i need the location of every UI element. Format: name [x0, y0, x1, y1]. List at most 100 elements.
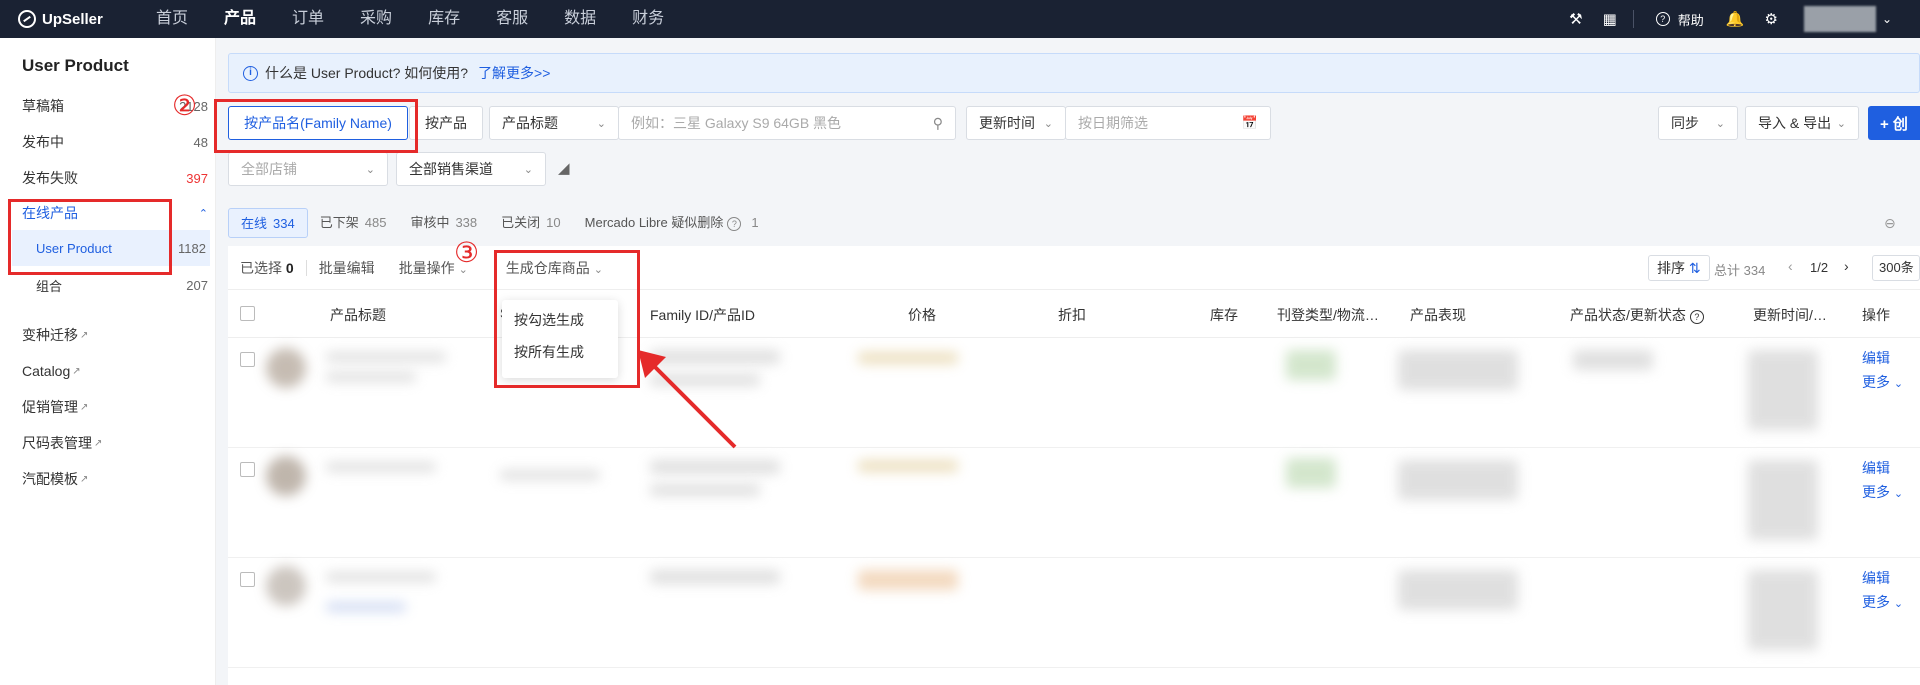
search-input[interactable]: 例如：三星 Galaxy S9 64GB 黑色 ⚲ [618, 106, 956, 140]
logo-icon [18, 10, 36, 28]
search-icon: ⚲ [932, 114, 943, 131]
nav-home[interactable]: 首页 [138, 0, 206, 38]
col-action: 操作 [1862, 307, 1890, 323]
chevron-down-icon: ⌄ [1715, 117, 1725, 130]
nav-purchase[interactable]: 采购 [342, 0, 410, 38]
page-size-select[interactable]: 300条 [1872, 255, 1920, 281]
blurred-content [326, 372, 416, 382]
date-filter-input[interactable]: 按日期筛选 📅 [1065, 106, 1271, 140]
col-status: 产品状态/更新状态? [1570, 305, 1708, 325]
shop-select[interactable]: 全部店铺 ⌄ [228, 152, 388, 186]
product-image [266, 456, 306, 496]
external-link-icon: ↗ [80, 401, 89, 413]
external-link-icon: ↗ [72, 365, 81, 377]
gear-icon[interactable]: ⚙ [1764, 10, 1777, 28]
sidebar-item-failed[interactable]: 发布失败 397 [22, 166, 208, 190]
nav-data[interactable]: 数据 [546, 0, 614, 38]
sidebar-link-catalog[interactable]: Catalog ↗ [22, 359, 208, 383]
row-checkbox[interactable] [240, 462, 255, 477]
prev-page-icon[interactable]: ‹ [1788, 258, 1793, 274]
batch-ops-label: 批量操作 [398, 259, 455, 276]
by-product-button[interactable]: 按产品 [409, 106, 483, 140]
tab-reviewing[interactable]: 审核中 338 [398, 208, 489, 238]
update-time-select[interactable]: 更新时间 ⌄ [966, 106, 1066, 140]
bell-icon[interactable]: 🔔 [1726, 10, 1745, 28]
logo-text: UpSeller [42, 10, 103, 28]
tab-label: 已下架 [319, 215, 359, 230]
tab-closed[interactable]: 已关闭 10 [489, 208, 572, 238]
help-button[interactable]: ? 帮助 [1652, 10, 1704, 29]
filter-funnel-icon[interactable]: ◢ [558, 159, 570, 177]
sidebar-link-variant-migration[interactable]: 变种迁移 ↗ [22, 323, 208, 347]
nav-finance[interactable]: 财务 [614, 0, 682, 38]
chevron-down-icon: ⌄ [1893, 598, 1904, 610]
edit-link[interactable]: 编辑 [1862, 348, 1890, 368]
more-link[interactable]: 更多 ⌄ [1862, 482, 1903, 502]
edit-link[interactable]: 编辑 [1862, 568, 1890, 588]
sidebar-item-count: 48 [193, 134, 208, 150]
shop-placeholder: 全部店铺 [241, 161, 297, 177]
logo[interactable]: UpSeller [18, 10, 138, 28]
sidebar-link-size-chart[interactable]: 尺码表管理 ↗ [22, 431, 208, 455]
col-performance: 产品表现 [1410, 307, 1466, 323]
annotation-arrow [638, 350, 737, 449]
wrench-icon[interactable]: ⚒ [1569, 10, 1582, 28]
channel-select[interactable]: 全部销售渠道 ⌄ [396, 152, 546, 186]
next-page-icon[interactable]: › [1844, 258, 1849, 274]
import-export-button[interactable]: 导入 & 导出 ⌄ [1745, 106, 1859, 140]
chevron-down-icon[interactable]: ⌄ [1882, 12, 1892, 26]
table-header: 产品标题 S Family ID/产品ID 价格 折扣 库存 刊登类型/物流… … [228, 290, 1920, 338]
sidebar-item-label: 组合 [36, 278, 63, 294]
nav-orders[interactable]: 订单 [274, 0, 342, 38]
sidebar-item-combo[interactable]: 组合 207 [36, 273, 208, 297]
info-banner: i 什么是 User Product? 如何使用? 了解更多>> [228, 53, 1920, 93]
selected-label: 已选择 [240, 259, 282, 276]
sidebar-link-auto-parts[interactable]: 汽配模板 ↗ [22, 467, 208, 491]
blurred-content [650, 570, 780, 584]
blurred-content [326, 572, 436, 582]
row-checkbox[interactable] [240, 352, 255, 367]
tab-label: 在线 [241, 216, 268, 231]
chevron-down-icon: ⌄ [1836, 117, 1846, 130]
blurred-content [1286, 350, 1336, 380]
title-field-value: 产品标题 [502, 115, 558, 131]
blurred-content [500, 470, 600, 480]
chevron-down-icon: ⌄ [596, 117, 606, 130]
top-nav: UpSeller 首页 产品 订单 采购 库存 客服 数据 财务 ⚒ ▦ ? 帮… [0, 0, 1920, 38]
sort-label: 排序 [1657, 260, 1685, 276]
external-link-icon: ↗ [80, 473, 89, 485]
tab-online[interactable]: 在线 334 [228, 208, 308, 238]
learn-more-link[interactable]: 了解更多>> [478, 63, 550, 83]
row-checkbox[interactable] [240, 572, 255, 587]
tab-suspected-deleted[interactable]: Mercado Libre 疑似删除? 1 [573, 208, 771, 238]
more-link[interactable]: 更多 ⌄ [1862, 372, 1903, 392]
edit-link[interactable]: 编辑 [1862, 458, 1890, 478]
info-icon: i [243, 65, 258, 81]
col-discount: 折扣 [1058, 307, 1086, 323]
sort-button[interactable]: 排序 ⇅ [1648, 255, 1710, 281]
tab-delisted[interactable]: 已下架 485 [308, 208, 399, 238]
select-all-checkbox[interactable] [240, 306, 255, 321]
tab-count: 338 [455, 215, 478, 230]
table-toolbar: 已选择 0 批量编辑 批量操作 ⌄ 生成仓库商品 ⌄ 排序 ⇅ 总计 334 ‹… [228, 246, 1920, 290]
title-field-select[interactable]: 产品标题 ⌄ [489, 106, 619, 140]
sidebar-item-label: 草稿箱 [22, 98, 64, 114]
sidebar-link-promotions[interactable]: 促销管理 ↗ [22, 395, 208, 419]
zoom-out-icon[interactable]: ⊖ [1884, 215, 1896, 232]
blurred-content [650, 484, 760, 496]
sidebar-item-publishing[interactable]: 发布中 48 [22, 130, 208, 154]
sidebar-item-count: 397 [186, 170, 208, 186]
total-count: 总计 334 [1714, 263, 1766, 278]
more-link[interactable]: 更多 ⌄ [1862, 592, 1903, 612]
batch-edit-button[interactable]: 批量编辑 [307, 258, 387, 278]
nav-right: ⚒ ▦ ? 帮助 🔔 ⚙ ⌄ [1559, 0, 1920, 38]
date-placeholder: 按日期筛选 [1078, 115, 1148, 131]
nav-products[interactable]: 产品 [206, 0, 274, 38]
nav-service[interactable]: 客服 [478, 0, 546, 38]
create-button[interactable]: + 创 [1868, 106, 1920, 140]
apps-grid-icon[interactable]: ▦ [1603, 10, 1617, 28]
account-avatar[interactable] [1803, 6, 1876, 32]
product-table-panel: 已选择 0 批量编辑 批量操作 ⌄ 生成仓库商品 ⌄ 排序 ⇅ 总计 334 ‹… [228, 246, 1920, 685]
nav-inventory[interactable]: 库存 [410, 0, 478, 38]
sync-button[interactable]: 同步 ⌄ [1658, 106, 1738, 140]
